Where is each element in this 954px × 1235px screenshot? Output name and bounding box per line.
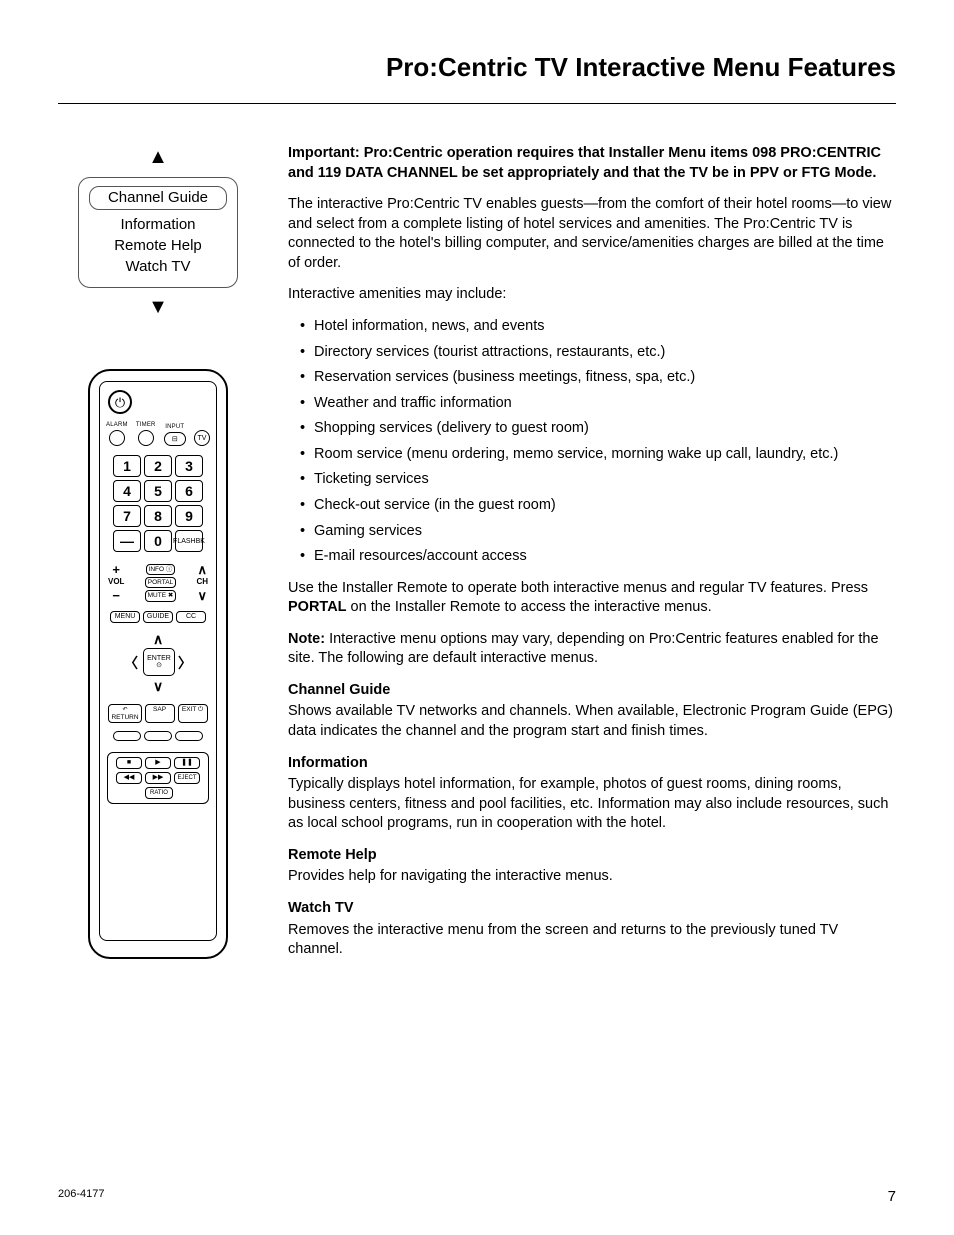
paragraph: The interactive Pro:Centric TV enables g… (288, 195, 896, 273)
horizontal-rule (58, 103, 896, 104)
list-item: Check-out service (in the guest room) (300, 496, 896, 516)
timer-button-icon (138, 430, 154, 446)
key-5: 5 (144, 480, 172, 502)
amenities-list: Hotel information, news, and events Dire… (288, 317, 896, 567)
minus-icon: − (112, 589, 120, 602)
list-item: Ticketing services (300, 470, 896, 490)
section-text: Typically displays hotel information, fo… (288, 775, 896, 834)
list-item: Shopping services (delivery to guest roo… (300, 419, 896, 439)
key-8: 8 (144, 505, 172, 527)
rewind-icon: ◀◀ (116, 772, 142, 784)
enter-button: ENTER ⊙ (143, 648, 175, 676)
key-7: 7 (113, 505, 141, 527)
guide-button: GUIDE (143, 611, 173, 623)
stop-icon: ■ (116, 757, 142, 769)
cc-button: CC (176, 611, 206, 623)
list-item: Gaming services (300, 522, 896, 542)
chevron-up-icon: ∧ (197, 563, 207, 576)
list-item: Directory services (tourist attractions,… (300, 343, 896, 363)
key-4: 4 (113, 480, 141, 502)
list-item: Reservation services (business meetings,… (300, 368, 896, 388)
color-button-icon (175, 731, 203, 741)
section-heading: Channel Guide (288, 681, 896, 701)
list-item: E-mail resources/account access (300, 547, 896, 567)
section-heading: Watch TV (288, 899, 896, 919)
list-item: Hotel information, news, and events (300, 317, 896, 337)
key-9: 9 (175, 505, 203, 527)
paragraph: Interactive amenities may include: (288, 285, 896, 305)
ratio-button: RATIO (145, 787, 173, 799)
dpad-up-icon: ∧ (153, 630, 163, 649)
dpad-right-icon: 〉 (178, 654, 192, 673)
key-dash: — (113, 530, 141, 552)
return-button: ↶RETURN (108, 704, 141, 723)
fastforward-icon: ▶▶ (145, 772, 171, 784)
section-heading: Remote Help (288, 846, 896, 866)
pause-icon: ❚❚ (174, 757, 200, 769)
input-label: INPUT (165, 423, 184, 431)
key-flashbk: FLASHBK (175, 530, 203, 552)
key-1: 1 (113, 455, 141, 477)
section-text: Shows available TV networks and channels… (288, 702, 896, 741)
menu-item: Remote Help (83, 235, 233, 256)
chevron-down-icon: ∨ (197, 589, 207, 602)
alarm-button-icon (109, 430, 125, 446)
color-buttons (106, 731, 210, 741)
key-2: 2 (144, 455, 172, 477)
vol-ch-block: + VOL − INFO ⓘ PORTAL MUTE ✖ ∧ CH ∨ (106, 563, 210, 602)
menu-item: Information (83, 214, 233, 235)
menu-box: Channel Guide Information Remote Help Wa… (78, 177, 238, 288)
triangle-up-icon: ▲ (148, 144, 168, 171)
doc-number: 206-4177 (58, 1187, 105, 1207)
key-0: 0 (144, 530, 172, 552)
dpad-down-icon: ∨ (153, 677, 163, 696)
color-button-icon (113, 731, 141, 741)
numpad: 1 2 3 4 5 6 7 8 9 — 0 FLASHBK (113, 455, 203, 552)
onscreen-menu-diagram: ▲ Channel Guide Information Remote Help … (78, 144, 238, 321)
plus-icon: + (112, 563, 120, 576)
list-item: Room service (menu ordering, memo servic… (300, 445, 896, 465)
main-text: Important: Pro:Centric operation require… (288, 144, 896, 972)
dpad-left-icon: 〈 (124, 654, 138, 673)
remote-control-diagram: ⏻ ALARM TIMER INPUT⊟ TV 1 2 3 4 5 6 (88, 369, 228, 959)
vol-label: VOL (108, 577, 124, 588)
mute-button: MUTE ✖ (145, 590, 177, 601)
page-number: 7 (888, 1187, 896, 1207)
ch-label: CH (196, 577, 208, 588)
note: Note: Interactive menu options may vary,… (288, 630, 896, 669)
play-icon: ▶ (145, 757, 171, 769)
paragraph: Use the Installer Remote to operate both… (288, 579, 896, 618)
tv-button-icon: TV (194, 430, 210, 446)
alarm-label: ALARM (106, 421, 128, 429)
exit-button: EXIT ⏻ (178, 704, 208, 723)
menu-button: MENU (110, 611, 140, 623)
eject-button: EJECT (174, 772, 200, 784)
section-text: Provides help for navigating the interac… (288, 867, 896, 887)
key-3: 3 (175, 455, 203, 477)
page-title: Pro:Centric TV Interactive Menu Features (58, 50, 896, 85)
media-controls: ■ ▶ ❚❚ ◀◀ ▶▶ EJECT RATIO (107, 752, 209, 804)
key-6: 6 (175, 480, 203, 502)
list-item: Weather and traffic information (300, 394, 896, 414)
triangle-down-icon: ▼ (148, 294, 168, 321)
portal-button: PORTAL (145, 577, 176, 588)
important-note: Important: Pro:Centric operation require… (288, 144, 896, 183)
dpad: ∧ ∨ 〈 〉 ENTER ⊙ (118, 631, 198, 695)
menu-item-selected: Channel Guide (89, 186, 227, 210)
section-heading: Information (288, 754, 896, 774)
menu-item: Watch TV (83, 256, 233, 277)
timer-label: TIMER (136, 421, 156, 429)
sap-button: SAP (145, 704, 175, 723)
section-text: Removes the interactive menu from the sc… (288, 921, 896, 960)
power-icon: ⏻ (108, 390, 132, 414)
info-button: INFO ⓘ (146, 564, 176, 575)
input-button-icon: ⊟ (164, 432, 186, 446)
color-button-icon (144, 731, 172, 741)
